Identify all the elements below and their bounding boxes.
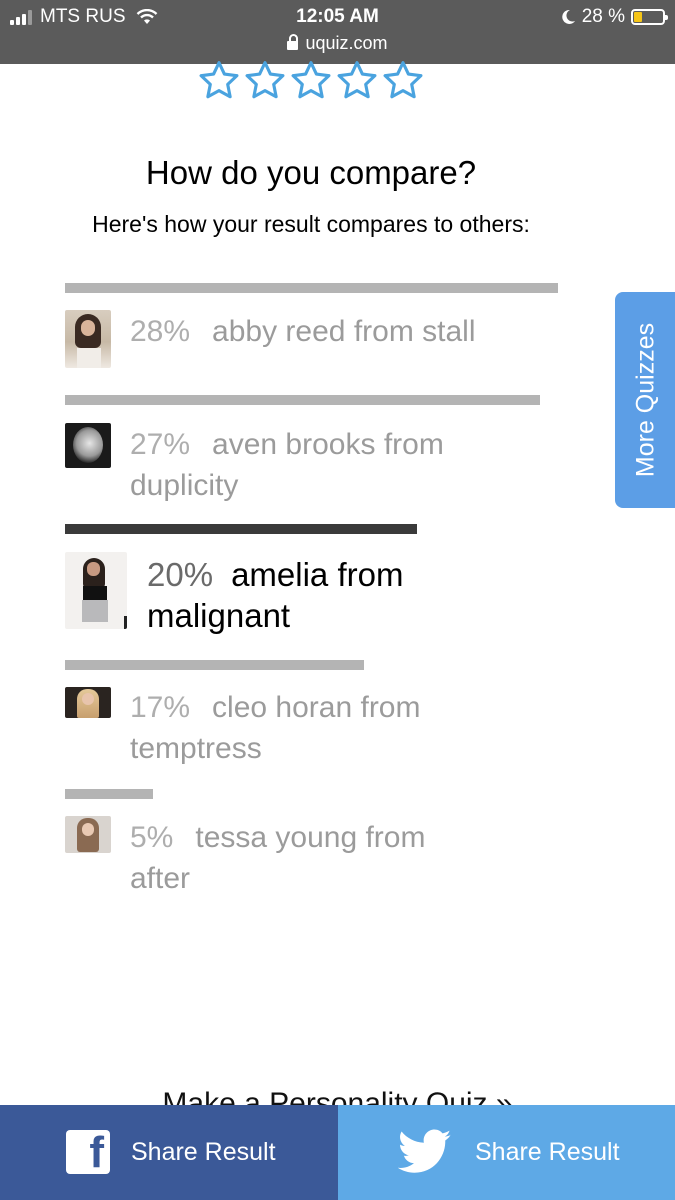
result-thumbnail <box>65 552 127 629</box>
result-text: 27% aven brooks from duplicity <box>130 424 530 506</box>
star-icon[interactable] <box>244 60 286 100</box>
result-percent: 17% <box>130 691 191 724</box>
result-text: 5% tessa young from after <box>130 817 490 899</box>
result-text: 28% abby reed from stall <box>130 311 550 352</box>
battery-icon <box>631 9 668 25</box>
star-rating[interactable] <box>198 60 424 100</box>
status-bar: MTS RUS 12:05 AM 28 % uquiz.com <box>0 0 675 64</box>
result-bar <box>65 789 153 799</box>
facebook-icon: f <box>66 1130 110 1174</box>
star-icon[interactable] <box>198 60 240 100</box>
star-icon[interactable] <box>290 60 332 100</box>
result-text: 17% cleo horan from temptress <box>130 687 510 769</box>
url-bar[interactable]: uquiz.com <box>0 33 675 54</box>
star-icon[interactable] <box>382 60 424 100</box>
share-bar: f Share Result Share Result <box>0 1105 675 1200</box>
page-title: How do you compare? <box>145 154 477 191</box>
twitter-share-label: Share Result <box>475 1138 620 1166</box>
url-text: uquiz.com <box>305 33 388 53</box>
lock-icon <box>287 34 299 50</box>
result-name: abby reed from stall <box>212 315 476 348</box>
result-thumbnail <box>65 816 111 853</box>
more-quizzes-tab[interactable]: More Quizzes <box>615 292 675 508</box>
result-name: tessa young from after <box>130 821 426 895</box>
result-bar <box>65 395 540 405</box>
battery-percent: 28 % <box>581 6 625 27</box>
result-thumbnail <box>65 687 111 718</box>
result-text: 20% amelia from malignant <box>147 554 477 636</box>
moon-icon <box>561 9 575 24</box>
twitter-icon <box>398 1129 452 1173</box>
result-thumbnail <box>65 423 111 468</box>
facebook-share-label: Share Result <box>131 1138 276 1166</box>
star-icon[interactable] <box>336 60 378 100</box>
result-bar <box>65 283 558 293</box>
result-percent: 5% <box>130 821 174 854</box>
result-percent: 20% <box>147 556 214 593</box>
more-quizzes-label: More Quizzes <box>631 322 660 478</box>
page-subtitle: Here's how your result compares to other… <box>92 211 530 237</box>
result-thumbnail <box>65 310 111 368</box>
result-percent: 27% <box>130 428 191 461</box>
status-right: 28 % <box>561 6 668 28</box>
twitter-share-button[interactable]: Share Result <box>338 1105 675 1200</box>
result-bar <box>65 660 364 670</box>
facebook-share-button[interactable]: f Share Result <box>0 1105 338 1200</box>
result-bar <box>65 524 417 534</box>
result-percent: 28% <box>130 315 191 348</box>
